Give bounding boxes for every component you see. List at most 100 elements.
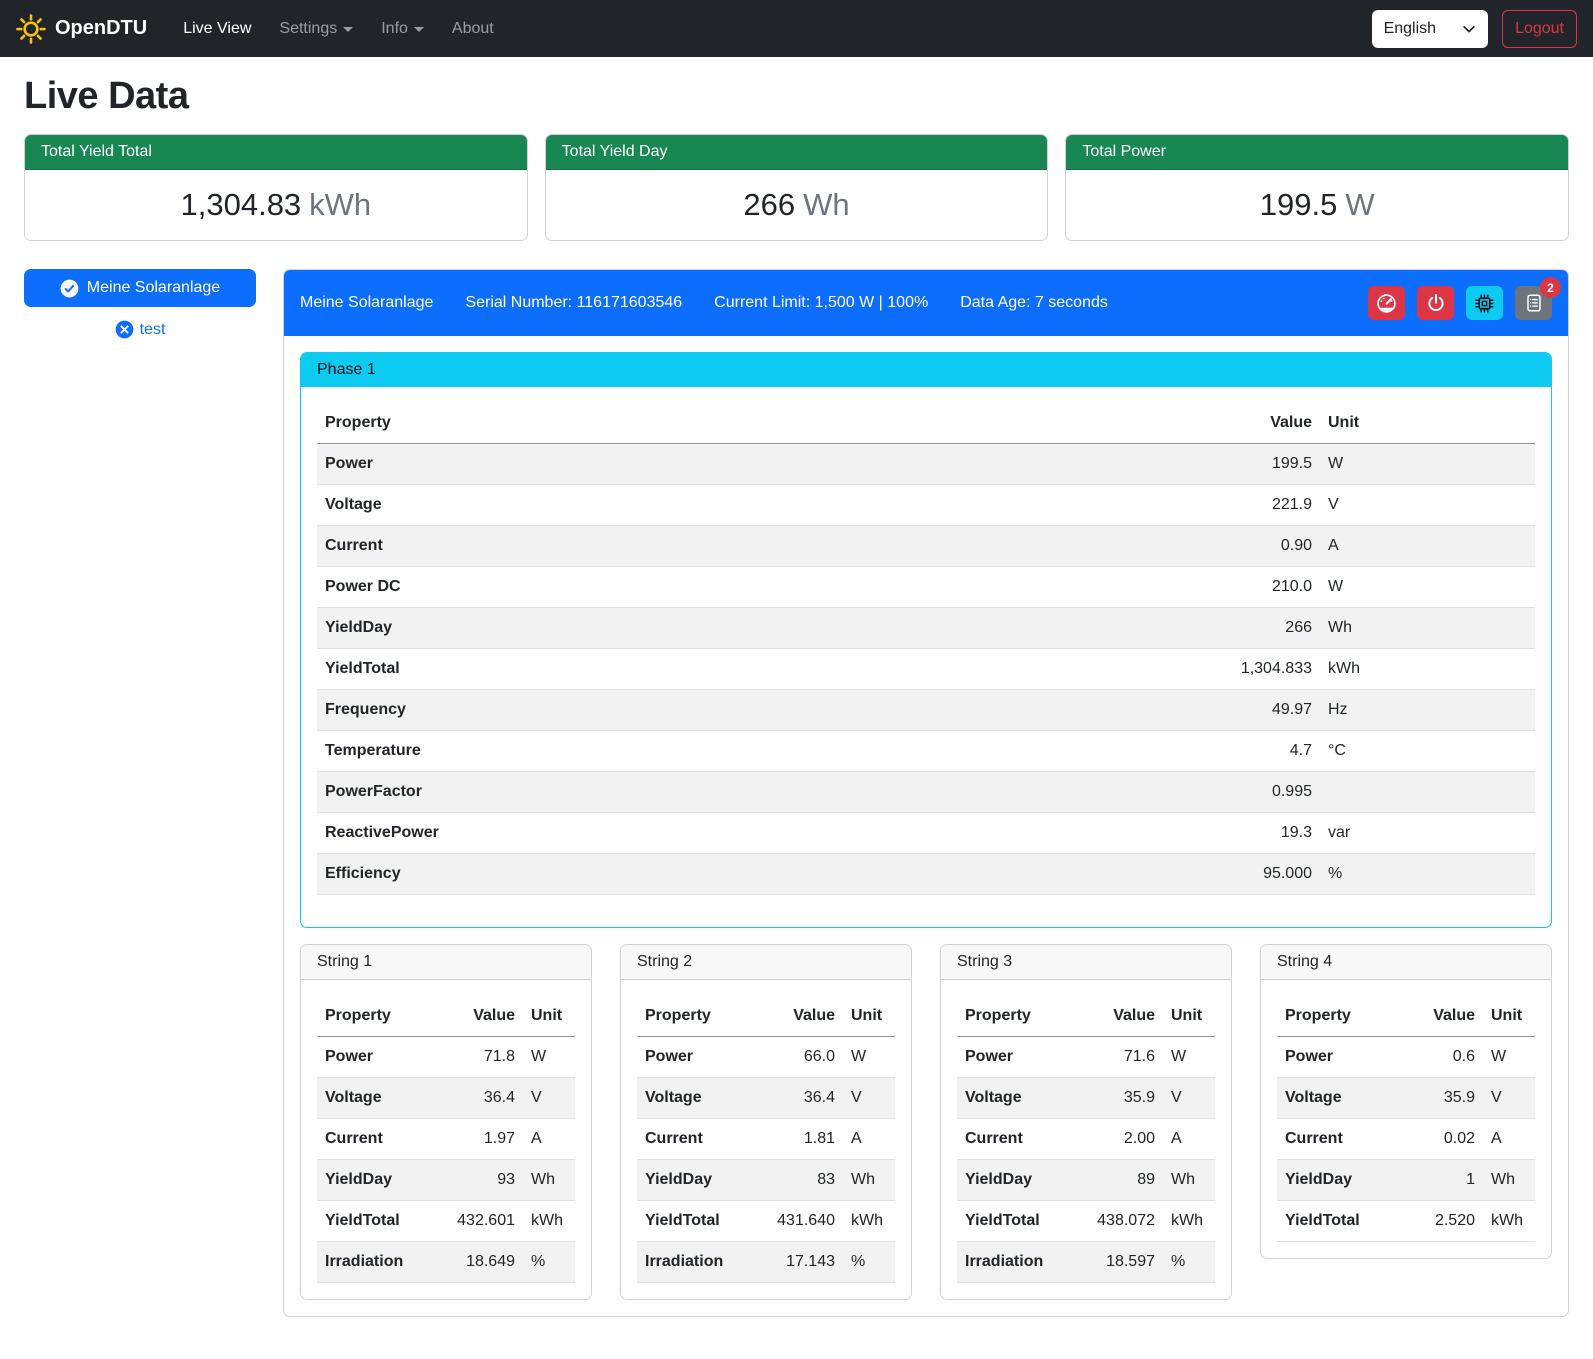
sun-icon — [16, 14, 46, 44]
nav-item-live-view[interactable]: Live View — [171, 12, 263, 46]
table-row: Current0.02A — [1277, 1119, 1535, 1160]
check-circle-icon — [60, 279, 79, 298]
string-title: String 2 — [621, 945, 911, 980]
card-value: 199.5 — [1260, 187, 1338, 222]
column-header: Value — [752, 996, 843, 1037]
string-4-table: PropertyValueUnit Power0.6WVoltage35.9VC… — [1277, 996, 1535, 1242]
string-title: String 1 — [301, 945, 591, 980]
table-row: Power DC210.0W — [317, 567, 1535, 608]
language-select[interactable]: English — [1372, 10, 1488, 48]
event-count-badge: 2 — [1540, 277, 1561, 298]
table-row: Current0.90A — [317, 526, 1535, 567]
table-row: Voltage36.4V — [637, 1078, 895, 1119]
string-1-table: PropertyValueUnit Power71.8WVoltage36.4V… — [317, 996, 575, 1283]
string-4-card: String 4 PropertyValueUnit Power0.6WVolt… — [1260, 944, 1552, 1259]
chevron-down-icon — [1462, 22, 1476, 36]
brand[interactable]: OpenDTU — [16, 14, 147, 44]
table-row: Power66.0W — [637, 1037, 895, 1078]
column-header: Value — [1200, 403, 1320, 444]
column-header: Property — [317, 403, 1200, 444]
column-header: Unit — [523, 996, 575, 1037]
nav-item-settings[interactable]: Settings — [267, 12, 365, 46]
table-row: YieldTotal1,304.833kWh — [317, 649, 1535, 690]
cpu-icon — [1474, 293, 1495, 314]
table-header-row: PropertyValueUnit — [637, 996, 895, 1037]
card-unit: W — [1345, 187, 1374, 222]
table-row: Voltage35.9V — [1277, 1078, 1535, 1119]
table-row: YieldDay89Wh — [957, 1160, 1215, 1201]
card-title: Total Power — [1066, 135, 1568, 170]
table-row: YieldTotal431.640kWh — [637, 1201, 895, 1242]
inverter-limit: Current Limit: 1,500 W | 100% — [714, 294, 928, 312]
navbar: OpenDTU Live View Settings Info About En… — [0, 0, 1593, 57]
table-row: Voltage35.9V — [957, 1078, 1215, 1119]
table-row: YieldDay266Wh — [317, 608, 1535, 649]
inverter-data-age: Data Age: 7 seconds — [960, 294, 1108, 312]
table-header-row: PropertyValueUnit — [957, 996, 1215, 1037]
column-header: Value — [1072, 996, 1163, 1037]
table-row: Current1.97A — [317, 1119, 575, 1160]
table-row: Power71.8W — [317, 1037, 575, 1078]
string-1-card: String 1 PropertyValueUnit Power71.8WVol… — [300, 944, 592, 1300]
power-button[interactable] — [1417, 286, 1454, 320]
card-value: 266 — [743, 187, 795, 222]
table-row: YieldTotal2.520kWh — [1277, 1201, 1535, 1242]
card-title: Total Yield Total — [25, 135, 527, 170]
table-row: Power199.5W — [317, 444, 1535, 485]
string-cards: String 1 PropertyValueUnit Power71.8WVol… — [300, 944, 1552, 1300]
card-unit: kWh — [309, 187, 371, 222]
inverter-select-button[interactable]: Meine Solaranlage — [24, 269, 256, 307]
device-info-button[interactable] — [1466, 286, 1503, 320]
table-row: Irradiation18.597% — [957, 1242, 1215, 1283]
inverter-panel: Meine Solaranlage Serial Number: 1161716… — [283, 269, 1569, 1317]
table-header-row: PropertyValueUnit — [317, 996, 575, 1037]
table-row: Power0.6W — [1277, 1037, 1535, 1078]
total-yield-total-card: Total Yield Total 1,304.83kWh — [24, 134, 528, 241]
table-row: ReactivePower19.3var — [317, 813, 1535, 854]
table-row: YieldDay83Wh — [637, 1160, 895, 1201]
inverter-sidebar: Meine Solaranlage test — [24, 269, 283, 339]
total-power-card: Total Power 199.5W — [1065, 134, 1569, 241]
phase-table: PropertyValueUnit Power199.5WVoltage221.… — [317, 403, 1535, 895]
string-3-card: String 3 PropertyValueUnit Power71.6WVol… — [940, 944, 1232, 1300]
x-circle-icon[interactable] — [115, 320, 134, 339]
table-header-row: PropertyValueUnit — [317, 403, 1535, 444]
nav-item-info[interactable]: Info — [369, 12, 436, 46]
total-yield-day-card: Total Yield Day 266Wh — [545, 134, 1049, 241]
inverter-panel-header: Meine Solaranlage Serial Number: 1161716… — [284, 270, 1568, 336]
chevron-down-icon — [414, 27, 424, 32]
table-row: Irradiation17.143% — [637, 1242, 895, 1283]
table-row: Efficiency95.000% — [317, 854, 1535, 895]
table-row: PowerFactor0.995 — [317, 772, 1535, 813]
column-header: Property — [317, 996, 432, 1037]
card-unit: Wh — [803, 187, 850, 222]
table-row: Power71.6W — [957, 1037, 1215, 1078]
table-header-row: PropertyValueUnit — [1277, 996, 1535, 1037]
sidebar-item-test[interactable]: test — [24, 320, 256, 339]
nav-item-about[interactable]: About — [440, 12, 506, 46]
table-row: YieldTotal438.072kWh — [957, 1201, 1215, 1242]
journal-icon — [1524, 293, 1544, 313]
logout-button[interactable]: Logout — [1502, 10, 1577, 48]
table-row: YieldDay93Wh — [317, 1160, 575, 1201]
column-header: Property — [637, 996, 752, 1037]
phase-title: Phase 1 — [301, 353, 1551, 387]
table-row: Temperature4.7°C — [317, 731, 1535, 772]
inverter-actions: 2 — [1368, 286, 1552, 320]
string-2-table: PropertyValueUnit Power66.0WVoltage36.4V… — [637, 996, 895, 1283]
table-row: Irradiation18.649% — [317, 1242, 575, 1283]
column-header: Unit — [843, 996, 895, 1037]
speedometer-icon — [1376, 293, 1397, 314]
table-row: Voltage36.4V — [317, 1078, 575, 1119]
column-header: Unit — [1483, 996, 1535, 1037]
column-header: Unit — [1320, 403, 1535, 444]
string-2-card: String 2 PropertyValueUnit Power66.0WVol… — [620, 944, 912, 1300]
power-icon — [1426, 293, 1446, 313]
card-title: Total Yield Day — [546, 135, 1048, 170]
brand-title: OpenDTU — [55, 17, 147, 40]
column-header: Value — [1403, 996, 1483, 1037]
string-3-table: PropertyValueUnit Power71.6WVoltage35.9V… — [957, 996, 1215, 1283]
limit-settings-button[interactable] — [1368, 286, 1405, 320]
event-log-button[interactable]: 2 — [1515, 286, 1552, 320]
inverter-name: Meine Solaranlage — [300, 294, 433, 312]
